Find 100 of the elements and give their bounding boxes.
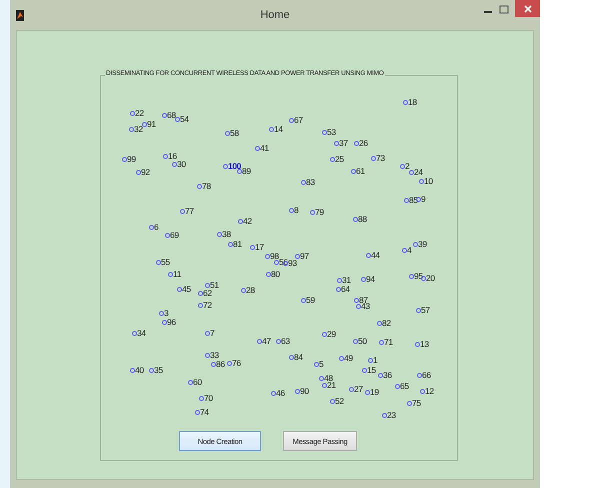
node-label: 60 bbox=[193, 378, 202, 387]
node-label: 27 bbox=[354, 385, 363, 394]
node-circle bbox=[130, 111, 135, 116]
node-circle bbox=[257, 339, 262, 344]
node-label: 22 bbox=[135, 109, 144, 118]
node-label: 40 bbox=[135, 366, 144, 375]
node-circle bbox=[351, 169, 356, 174]
node-circle bbox=[163, 154, 168, 159]
node-label: 20 bbox=[426, 274, 435, 283]
node-label: 23 bbox=[387, 411, 396, 420]
node-circle bbox=[198, 291, 203, 296]
node-label: 16 bbox=[168, 152, 177, 161]
node-circle bbox=[199, 396, 204, 401]
node-label: 46 bbox=[276, 389, 285, 398]
node-circle bbox=[310, 210, 315, 215]
node-label: 34 bbox=[137, 329, 146, 338]
node-label: 73 bbox=[376, 154, 385, 163]
node-label: 11 bbox=[173, 270, 182, 279]
node-label: 96 bbox=[167, 318, 176, 327]
node-circle bbox=[371, 156, 376, 161]
node-circle bbox=[136, 170, 141, 175]
node-label: 13 bbox=[420, 340, 429, 349]
maximize-icon[interactable] bbox=[499, 5, 509, 15]
node-circle bbox=[130, 368, 135, 373]
node-label: 80 bbox=[271, 270, 280, 279]
node-circle bbox=[421, 276, 426, 281]
node-label: 59 bbox=[306, 296, 315, 305]
node-label: 97 bbox=[300, 252, 309, 261]
node-label: 93 bbox=[288, 259, 297, 268]
node-circle bbox=[198, 303, 203, 308]
node-label: 44 bbox=[371, 251, 380, 260]
node-label: 52 bbox=[335, 397, 344, 406]
node-label: 50 bbox=[358, 337, 367, 346]
node-circle bbox=[334, 141, 339, 146]
node-label: 72 bbox=[203, 301, 212, 310]
node-label: 77 bbox=[185, 207, 194, 216]
node-circle bbox=[349, 387, 354, 392]
node-label: 47 bbox=[262, 337, 271, 346]
node-circle bbox=[420, 389, 425, 394]
node-label: 65 bbox=[400, 382, 409, 391]
node-circle bbox=[403, 100, 408, 105]
node-circle bbox=[177, 287, 182, 292]
node-label: 30 bbox=[177, 160, 186, 169]
node-label: 21 bbox=[327, 381, 336, 390]
node-circle bbox=[289, 208, 294, 213]
node-circle bbox=[149, 368, 154, 373]
node-label: 49 bbox=[344, 354, 353, 363]
node-circle bbox=[353, 339, 358, 344]
node-circle bbox=[336, 287, 341, 292]
node-circle bbox=[377, 321, 382, 326]
node-circle bbox=[241, 288, 246, 293]
node-circle bbox=[238, 219, 243, 224]
node-label: 66 bbox=[422, 371, 431, 380]
node-label: 31 bbox=[342, 276, 351, 285]
node-circle bbox=[283, 261, 288, 266]
node-circle bbox=[271, 391, 276, 396]
node-label: 39 bbox=[418, 240, 427, 249]
node-circle bbox=[205, 283, 210, 288]
node-label: 26 bbox=[359, 139, 368, 148]
node-circle bbox=[301, 180, 306, 185]
node-circle bbox=[197, 184, 202, 189]
node-label: 8 bbox=[294, 206, 298, 215]
node-circle bbox=[227, 361, 232, 366]
app-icon bbox=[16, 10, 24, 20]
node-circle bbox=[409, 170, 414, 175]
node-label: 88 bbox=[358, 215, 367, 224]
node-circle bbox=[162, 320, 167, 325]
close-icon[interactable] bbox=[524, 4, 532, 12]
node-label: 25 bbox=[335, 155, 344, 164]
node-circle bbox=[354, 141, 359, 146]
node-label: 18 bbox=[408, 98, 417, 107]
node-circle bbox=[142, 122, 147, 127]
node-circle bbox=[379, 340, 384, 345]
node-circle bbox=[419, 179, 424, 184]
node-label: 3 bbox=[164, 309, 168, 318]
node-label: 74 bbox=[200, 408, 209, 417]
node-circle bbox=[413, 242, 418, 247]
node-label: 7 bbox=[210, 329, 214, 338]
node-label: 37 bbox=[339, 139, 348, 148]
node-label: 87 bbox=[359, 296, 368, 305]
node-circle bbox=[175, 117, 180, 122]
node-label: 55 bbox=[161, 258, 170, 267]
node-circle bbox=[353, 217, 358, 222]
node-circle bbox=[168, 272, 173, 277]
node-label: 89 bbox=[242, 167, 251, 176]
node-label: 33 bbox=[210, 351, 219, 360]
node-circle bbox=[319, 376, 324, 381]
node-circle bbox=[400, 164, 405, 169]
node-label: 41 bbox=[260, 144, 269, 153]
node-circle bbox=[255, 146, 260, 151]
node-circle bbox=[132, 331, 137, 336]
node-label: 42 bbox=[243, 217, 252, 226]
node-label: 79 bbox=[315, 208, 324, 217]
node-label: 28 bbox=[246, 286, 255, 295]
node-circle bbox=[276, 339, 281, 344]
node-circle bbox=[228, 242, 233, 247]
node-circle bbox=[382, 413, 387, 418]
close-button[interactable] bbox=[515, 0, 540, 17]
node-circle bbox=[378, 373, 383, 378]
node-circle bbox=[368, 358, 373, 363]
